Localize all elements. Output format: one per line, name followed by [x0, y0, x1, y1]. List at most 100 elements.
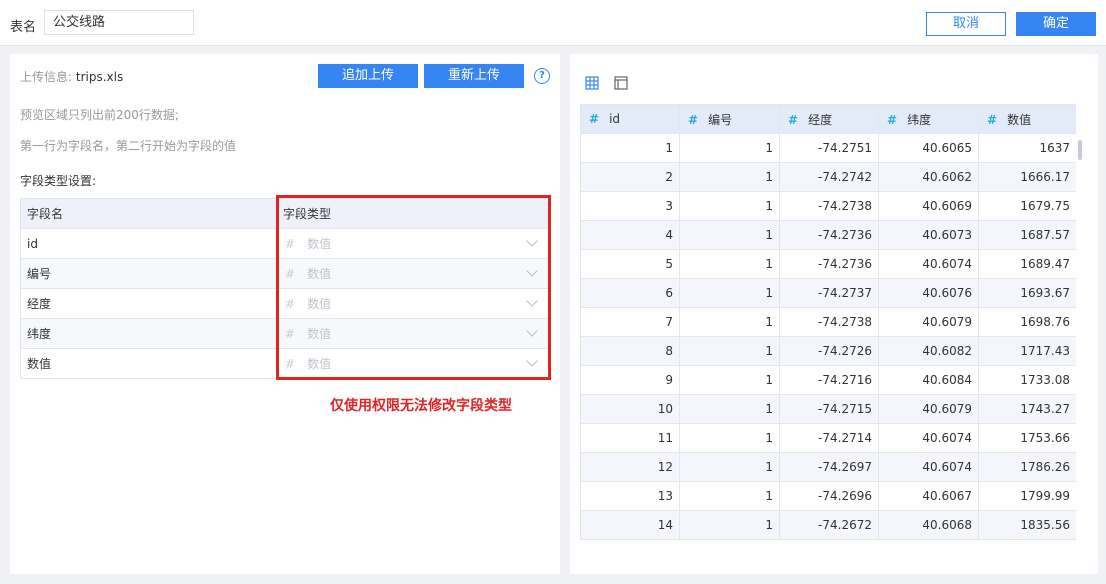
- preview-column-header[interactable]: # id: [580, 104, 680, 134]
- table-cell: 1: [679, 307, 780, 337]
- table-cell: 1: [679, 133, 780, 163]
- preview-column-header[interactable]: # 编号: [679, 104, 780, 134]
- table-row: 11 1 -74.2714 40.6074 1753.66: [580, 423, 1076, 453]
- table-cell: 14: [580, 510, 680, 540]
- table-cell: 40.6074: [878, 423, 979, 453]
- table-row: 5 1 -74.2736 40.6074 1689.47: [580, 249, 1076, 279]
- table-cell: 1: [679, 162, 780, 192]
- table-cell: 1717.43: [978, 336, 1076, 366]
- help-icon[interactable]: ?: [534, 68, 550, 84]
- table-cell: 10: [580, 394, 680, 424]
- preview-column-header[interactable]: # 数值: [978, 104, 1076, 134]
- table-cell: 1: [679, 278, 780, 308]
- table-cell: 3: [580, 191, 680, 221]
- table-cell: 1743.27: [978, 394, 1076, 424]
- upload-file-name: trips.xls: [75, 70, 124, 84]
- header-row-tip: 第一行为字段名，第二行开始为字段的值: [20, 139, 237, 153]
- table-cell: 1: [679, 220, 780, 250]
- field-name-cell: 数值: [20, 348, 277, 379]
- table-cell: 1: [679, 249, 780, 279]
- table-cell: 6: [580, 278, 680, 308]
- table-cell: 40.6073: [878, 220, 979, 250]
- vertical-scrollbar[interactable]: [1078, 140, 1082, 160]
- table-cell: -74.2697: [779, 452, 879, 482]
- table-cell: 40.6074: [878, 452, 979, 482]
- confirm-button[interactable]: 确定: [1016, 12, 1096, 36]
- table-cell: 1637: [978, 133, 1076, 163]
- table-cell: 40.6079: [878, 307, 979, 337]
- upload-info-label: 上传信息:: [20, 70, 73, 84]
- field-name-cell: id: [20, 228, 277, 259]
- field-name-cell: 编号: [20, 258, 277, 289]
- grid-view-icon[interactable]: [585, 76, 599, 90]
- preview-header-row: # id # 编号 # 经度 # 纬度 # 数值: [580, 104, 1076, 134]
- data-preview-table-wrap[interactable]: # id # 编号 # 经度 # 纬度 # 数值 1 1 -74.2751 40.6065 1637 2 1-…: [580, 104, 1076, 554]
- table-cell: 1: [679, 365, 780, 395]
- table-cell: 40.6067: [878, 481, 979, 511]
- column-name: 编号: [708, 112, 733, 127]
- field-name-cell: 经度: [20, 288, 277, 319]
- table-cell: 1: [679, 452, 780, 482]
- column-name: 经度: [808, 112, 833, 127]
- table-cell: -74.2714: [779, 423, 879, 453]
- table-cell: -74.2696: [779, 481, 879, 511]
- append-upload-button[interactable]: 追加上传: [318, 64, 418, 88]
- table-cell: -74.2736: [779, 249, 879, 279]
- table-row: 12 1 -74.2697 40.6074 1786.26: [580, 452, 1076, 482]
- table-row: 13 1 -74.2696 40.6067 1799.99: [580, 481, 1076, 511]
- table-cell: 40.6084: [878, 365, 979, 395]
- data-preview-table: # id # 编号 # 经度 # 纬度 # 数值 1 1 -74.2751 40.6065 1637 2 1-…: [580, 104, 1076, 540]
- table-cell: 1: [580, 133, 680, 163]
- highlight-box: [276, 195, 551, 380]
- table-cell: 9: [580, 365, 680, 395]
- table-cell: -74.2715: [779, 394, 879, 424]
- table-cell: 11: [580, 423, 680, 453]
- preview-column-header[interactable]: # 纬度: [878, 104, 979, 134]
- table-cell: -74.2738: [779, 191, 879, 221]
- preview-limit-tip: 预览区域只列出前200行数据;: [20, 108, 179, 122]
- table-cell: 12: [580, 452, 680, 482]
- cancel-button[interactable]: 取消: [926, 12, 1006, 36]
- table-cell: 40.6069: [878, 191, 979, 221]
- table-cell: 40.6074: [878, 249, 979, 279]
- panel-view-icon[interactable]: [614, 76, 628, 90]
- table-cell: 7: [580, 307, 680, 337]
- preview-column-header[interactable]: # 经度: [779, 104, 879, 134]
- column-name: 数值: [1007, 112, 1032, 127]
- field-name-cell: 纬度: [20, 318, 277, 349]
- table-cell: 1753.66: [978, 423, 1076, 453]
- table-row: 1 1 -74.2751 40.6065 1637: [580, 133, 1076, 163]
- table-cell: 1835.56: [978, 510, 1076, 540]
- table-cell: 2: [580, 162, 680, 192]
- table-cell: -74.2672: [779, 510, 879, 540]
- table-cell: 1799.99: [978, 481, 1076, 511]
- upload-info: 上传信息: trips.xls: [20, 68, 123, 85]
- table-cell: 1: [679, 191, 780, 221]
- table-cell: 5: [580, 249, 680, 279]
- table-cell: 1679.75: [978, 191, 1076, 221]
- table-cell: 1689.47: [978, 249, 1076, 279]
- table-cell: 1: [679, 394, 780, 424]
- column-name: 纬度: [907, 112, 932, 127]
- field-type-settings-title: 字段类型设置:: [20, 174, 97, 188]
- table-cell: 1: [679, 423, 780, 453]
- table-cell: 1666.17: [978, 162, 1076, 192]
- reupload-button[interactable]: 重新上传: [424, 64, 524, 88]
- upload-settings-panel: 上传信息: trips.xls 追加上传 重新上传 ? 预览区域只列出前200行…: [10, 54, 560, 574]
- table-cell: 1687.57: [978, 220, 1076, 250]
- table-cell: 8: [580, 336, 680, 366]
- top-bar: 表名 公交线路 取消 确定: [0, 0, 1106, 46]
- column-name: id: [609, 112, 621, 126]
- table-cell: -74.2716: [779, 365, 879, 395]
- table-cell: 1: [679, 336, 780, 366]
- hash-icon: #: [788, 112, 799, 127]
- hash-icon: #: [887, 112, 898, 127]
- table-row: 4 1 -74.2736 40.6073 1687.57: [580, 220, 1076, 250]
- table-cell: -74.2742: [779, 162, 879, 192]
- table-name-input[interactable]: 公交线路: [44, 10, 194, 35]
- hash-icon: #: [987, 112, 998, 127]
- table-row: 6 1 -74.2737 40.6076 1693.67: [580, 278, 1076, 308]
- table-cell: 1693.67: [978, 278, 1076, 308]
- table-row: 9 1 -74.2716 40.6084 1733.08: [580, 365, 1076, 395]
- hash-icon: #: [688, 112, 699, 127]
